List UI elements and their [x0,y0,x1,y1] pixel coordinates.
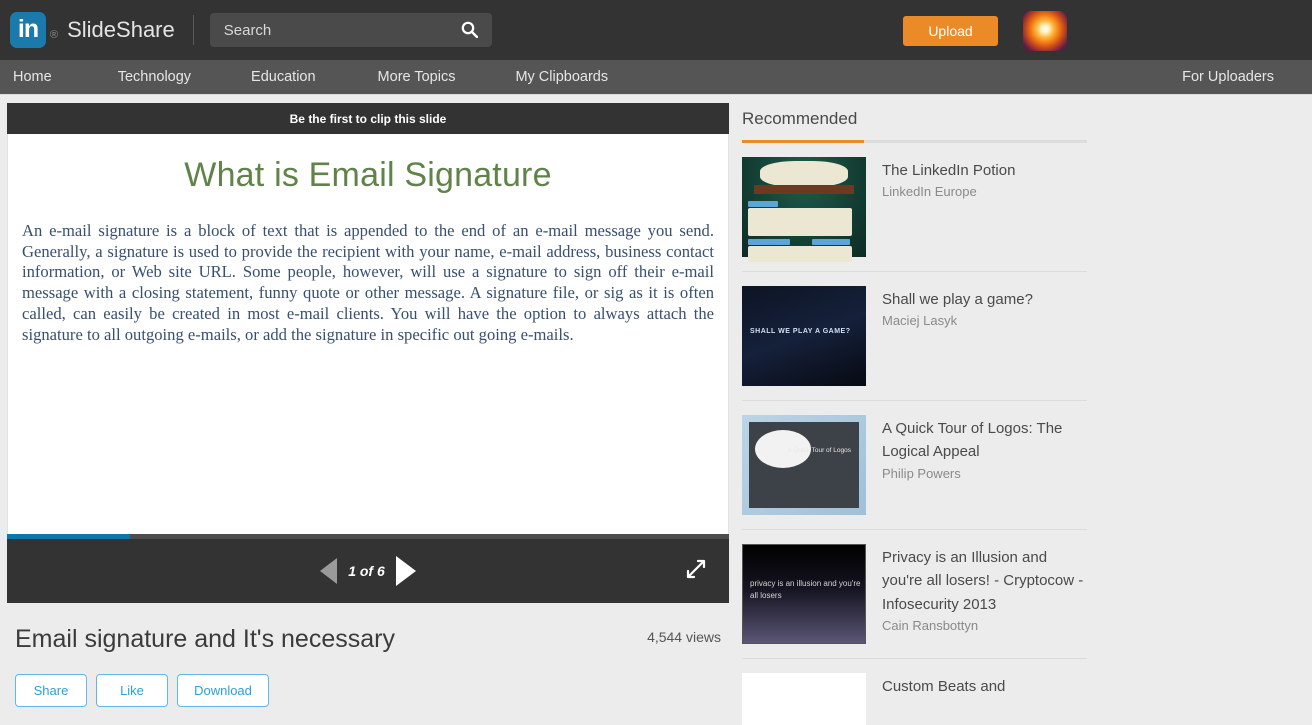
nav-item-for-uploaders[interactable]: For Uploaders [1182,69,1312,85]
slide-counter: 1 of 6 [348,563,385,579]
deck-column: Be the first to clip this slide What is … [0,95,729,725]
list-item-title[interactable]: A Quick Tour of Logos: The Logical Appea… [882,417,1087,464]
list-item-author[interactable]: Philip Powers [882,466,1087,481]
slide-body-text: An e-mail signature is a block of text t… [22,221,714,344]
slide-player: Be the first to clip this slide What is … [7,103,729,603]
list-item-text: Custom Beats and [882,673,1005,725]
fullscreen-icon[interactable] [685,558,707,585]
previous-slide-button[interactable] [320,558,338,584]
slide-canvas[interactable]: What is Email Signature An e-mail signat… [7,134,729,534]
list-item-text: Shall we play a game? Maciej Lasyk [882,286,1033,386]
brand-logo-area[interactable]: in ® SlideShare [0,12,175,48]
list-item-author[interactable]: Cain Ransbottyn [882,618,1087,633]
main-navigation: Home Technology Education More Topics My… [0,60,1312,95]
list-item-text: Privacy is an Illusion and you're all lo… [882,544,1087,644]
list-item[interactable]: Custom Beats and [742,659,1087,725]
list-item-title[interactable]: Custom Beats and [882,675,1005,698]
search-box[interactable] [209,13,492,47]
top-bar: in ® SlideShare Upload [0,0,1312,60]
linkedin-logo-icon[interactable]: in [10,12,46,48]
slideshare-brand-label[interactable]: SlideShare [67,17,175,43]
search-input[interactable] [209,21,450,39]
page-body: Be the first to clip this slide What is … [0,95,1312,725]
list-item-title[interactable]: Shall we play a game? [882,288,1033,311]
search-icon[interactable] [461,21,478,43]
nav-items: Home Technology Education More Topics My… [0,69,608,85]
thumbnail-image[interactable] [742,673,866,725]
nav-item-more-topics[interactable]: More Topics [316,69,456,85]
nav-item-education[interactable]: Education [191,69,316,85]
list-item-text: The LinkedIn Potion LinkedIn Europe [882,157,1015,257]
list-item-text: A Quick Tour of Logos: The Logical Appea… [882,415,1087,515]
list-item-author[interactable]: LinkedIn Europe [882,184,1015,199]
nav-item-technology[interactable]: Technology [52,69,191,85]
next-slide-button[interactable] [395,556,416,586]
list-item-author[interactable]: Maciej Lasyk [882,313,1033,328]
thumbnail-caption: A Quick Tour of Logos [787,447,851,454]
registered-trademark-icon: ® [50,29,59,41]
list-item[interactable]: privacy is an illusion and you're all lo… [742,530,1087,659]
recommended-heading: Recommended [742,109,858,128]
recommended-sidebar: Recommended The LinkedIn Potion LinkedIn… [729,95,1306,725]
clip-slide-bar[interactable]: Be the first to clip this slide [7,103,729,134]
download-button[interactable]: Download [177,674,269,707]
slide-title: What is Email Signature [184,156,552,194]
thumbnail-caption: SHALL WE PLAY A GAME? [750,328,851,335]
deck-title: Email signature and It's necessary [15,625,395,653]
recommended-tab-underline [742,140,1087,143]
thumbnail-image[interactable]: SHALL WE PLAY A GAME? [742,286,866,386]
thumbnail-image[interactable]: A Quick Tour of Logos [742,415,866,515]
player-controls: 1 of 6 [7,539,729,603]
deck-info: Email signature and It's necessary 4,544… [7,603,729,707]
upload-button[interactable]: Upload [903,16,998,46]
list-item-title[interactable]: Privacy is an Illusion and you're all lo… [882,546,1087,616]
player-nav-group: 1 of 6 [320,556,416,586]
nav-item-home[interactable]: Home [0,69,52,85]
user-avatar[interactable] [1023,11,1067,51]
list-item[interactable]: SHALL WE PLAY A GAME? Shall we play a ga… [742,272,1087,401]
header-divider [192,15,194,45]
list-item-title[interactable]: The LinkedIn Potion [882,159,1015,182]
share-button[interactable]: Share [15,674,87,707]
list-item[interactable]: A Quick Tour of Logos A Quick Tour of Lo… [742,401,1087,530]
thumbnail-caption: privacy is an illusion and you're all lo… [750,579,861,600]
thumbnail-image[interactable]: privacy is an illusion and you're all lo… [742,544,866,644]
deck-action-buttons: Share Like Download [15,674,729,707]
list-item[interactable]: The LinkedIn Potion LinkedIn Europe [742,143,1087,272]
thumbnail-image[interactable] [742,157,866,262]
like-button[interactable]: Like [96,674,168,707]
view-count: 4,544 views [647,629,721,645]
nav-item-my-clipboards[interactable]: My Clipboards [455,69,608,85]
